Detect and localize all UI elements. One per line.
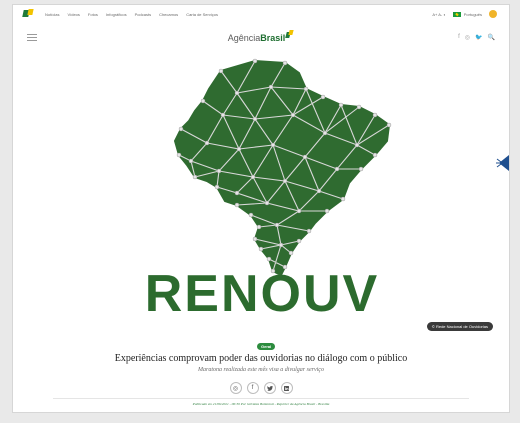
facebook-icon[interactable]: f <box>458 34 460 41</box>
contrast-toggle[interactable]: A+ A- ◐ <box>432 12 445 17</box>
divider <box>53 398 469 399</box>
category-tag[interactable]: Geral <box>257 343 276 350</box>
share-bar: ◎ f <box>13 382 509 394</box>
hamburger-menu-icon[interactable] <box>27 34 37 43</box>
language-selector[interactable]: Português <box>452 11 482 17</box>
gov-link[interactable]: Carta de Serviços <box>186 12 218 17</box>
gov-link[interactable]: Fotos <box>88 12 98 17</box>
whatsapp-icon[interactable]: ◎ <box>229 382 242 394</box>
gov-links: Notícias Vídeos Fotos Infográficos Podca… <box>45 12 218 17</box>
language-label: Português <box>463 11 482 17</box>
brand-mark-icon <box>285 30 294 39</box>
accessibility-widget-icon[interactable] <box>495 153 509 173</box>
renouv-map-graphic: RENOUV <box>145 58 392 323</box>
gov-top-bar: Notícias Vídeos Fotos Infográficos Podca… <box>13 5 509 23</box>
browser-page: Notícias Vídeos Fotos Infográficos Podca… <box>12 4 510 413</box>
header-tools: f ◎ 🐦 🔍 <box>458 34 495 41</box>
article-title: Experiências comprovam poder das ouvidor… <box>114 353 408 364</box>
avatar[interactable] <box>489 10 497 18</box>
facebook-icon[interactable]: f <box>246 382 259 394</box>
image-credit: © Rede Nacional de Ouvidorias <box>426 322 493 331</box>
gov-link[interactable]: Podcasts <box>135 12 151 17</box>
hero-image: RENOUV © Rede Nacional de Ouvidorias <box>23 53 501 337</box>
agencia-brasil-logo[interactable]: Agência Brasil <box>227 30 295 43</box>
twitter-icon[interactable]: 🐦 <box>475 34 482 41</box>
brand-suffix: Brasil <box>260 33 286 43</box>
site-header: Agência Brasil f ◎ 🐦 🔍 <box>13 23 509 53</box>
publish-info: Publicado em 21/06/2021 - 06:30 Por Gilv… <box>192 402 330 406</box>
brazil-flag-icon <box>452 11 461 17</box>
twitter-icon[interactable] <box>263 382 276 394</box>
brazil-map-shape <box>173 59 391 277</box>
search-icon[interactable]: 🔍 <box>488 34 495 41</box>
gov-link[interactable]: Notícias <box>45 12 59 17</box>
gov-logo[interactable] <box>22 9 37 19</box>
article-subtitle: Maratona realizada este mês visa a divul… <box>198 367 324 373</box>
gov-link[interactable]: Vídeos <box>67 12 79 17</box>
gov-link[interactable]: Infográficos <box>106 12 127 17</box>
gov-link[interactable]: Checamos <box>159 12 178 17</box>
instagram-icon[interactable]: ◎ <box>465 34 470 41</box>
brand-prefix: Agência <box>227 33 261 43</box>
gov-right-tools: A+ A- ◐ Português <box>432 10 497 18</box>
renouv-wordmark: RENOUV <box>145 265 379 323</box>
linkedin-icon[interactable] <box>280 382 293 394</box>
